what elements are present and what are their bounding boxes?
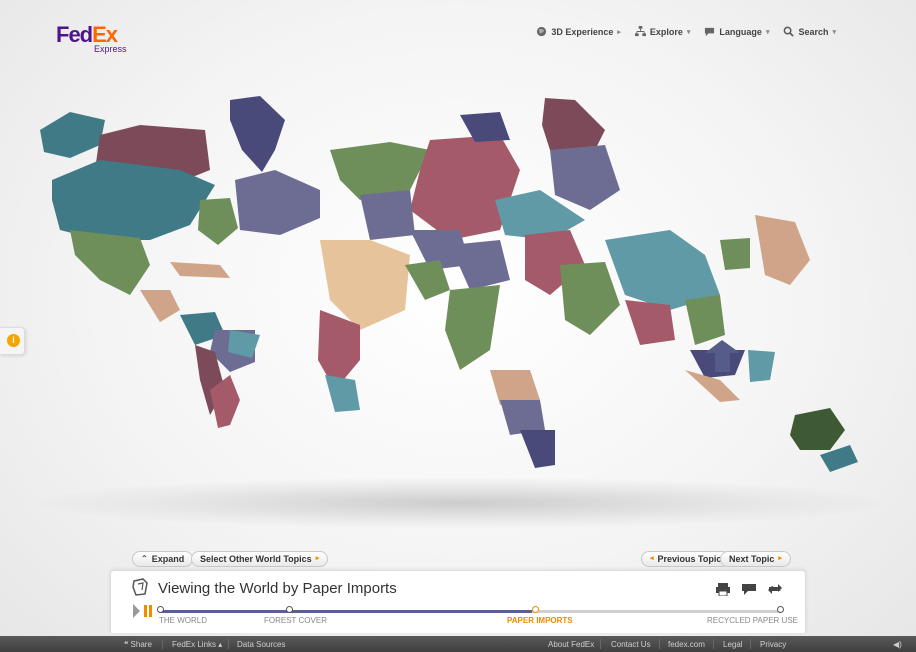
nav-language[interactable]: Language ▾ <box>704 26 769 37</box>
map-region-eastern-canada[interactable] <box>235 170 320 235</box>
map-region-central-africa[interactable] <box>500 400 545 435</box>
share-icon: ❝ <box>124 640 129 649</box>
map-region-caribbean-block[interactable] <box>198 198 238 245</box>
select-topics-button[interactable]: Select Other World Topics ▸ <box>191 551 329 567</box>
expand-label: Expand <box>151 554 185 564</box>
map-region-central-america[interactable] <box>140 290 180 322</box>
map-region-korea[interactable] <box>720 238 750 270</box>
sitemap-icon <box>634 26 646 37</box>
caret-up-icon: ▴ <box>218 640 223 649</box>
timeline-label-the-world[interactable]: THE WORLD <box>159 616 207 625</box>
footer-share-link[interactable]: ❝ Share <box>124 640 152 649</box>
timeline-track[interactable] <box>159 610 781 613</box>
chevron-right-icon: ▸ <box>315 555 320 562</box>
play-icon <box>133 604 140 618</box>
footer-about-fedex[interactable]: About FedEx <box>548 640 594 649</box>
sound-icon[interactable]: ◀) <box>893 640 902 649</box>
topic-panel: Viewing the World by Paper Imports THE W… <box>110 570 806 633</box>
timeline-stop-the-world[interactable] <box>157 606 164 613</box>
footer-fedex-links-label: FedEx Links <box>172 640 217 649</box>
chevron-down-icon: ▾ <box>832 28 836 36</box>
map-region-cuba[interactable] <box>170 262 230 278</box>
logo-express: Express <box>94 44 127 54</box>
timeline-label-forest-cover[interactable]: FOREST COVER <box>264 616 327 625</box>
map-region-india[interactable] <box>560 262 620 335</box>
nav-3d-experience[interactable]: 3D Experience ▸ <box>536 26 621 37</box>
footer-fedex-com[interactable]: fedex.com <box>668 640 705 649</box>
map-region-greenland[interactable] <box>230 96 285 172</box>
timeline-stop-forest-cover[interactable] <box>286 606 293 613</box>
map-region-alaska[interactable] <box>40 112 105 158</box>
footer-privacy[interactable]: Privacy <box>760 640 786 649</box>
share-arrows-icon[interactable] <box>767 582 783 596</box>
select-topics-label: Select Other World Topics <box>200 554 312 564</box>
map-region-west-africa[interactable] <box>490 370 540 405</box>
map-region-middle-east[interactable] <box>450 240 510 290</box>
nav-explore-label: Explore <box>649 26 683 37</box>
chevron-right-icon: ▸ <box>778 555 782 562</box>
footer-contact-us[interactable]: Contact Us <box>611 640 651 649</box>
nav-explore[interactable]: Explore ▾ <box>634 26 691 37</box>
map-region-north-africa[interactable] <box>445 285 500 370</box>
map-region-uk[interactable] <box>325 375 360 412</box>
nav-search[interactable]: Search ▾ <box>783 26 836 37</box>
map-region-mexico[interactable] <box>70 230 150 295</box>
previous-topic-label: Previous Topic <box>657 554 722 564</box>
next-topic-label: Next Topic <box>729 554 775 564</box>
print-icon[interactable] <box>715 582 731 596</box>
nav-search-label: Search <box>798 26 829 37</box>
pause-icon <box>144 605 147 617</box>
expand-button[interactable]: ⌃ Expand <box>132 551 194 567</box>
expand-icon: ⌃ <box>141 554 148 563</box>
timeline-stop-paper-imports[interactable] <box>532 606 539 613</box>
globe-icon <box>537 26 547 37</box>
map-region-central-europe[interactable] <box>360 190 415 240</box>
map-region-philippines[interactable] <box>748 350 775 382</box>
top-navigation: 3D Experience ▸ Explore ▾ Language ▾ Sea… <box>536 26 836 37</box>
map-region-southeast-asia[interactable] <box>625 300 675 345</box>
timeline-progress <box>159 610 533 613</box>
panel-title: Viewing the World by Paper Imports <box>158 580 397 597</box>
magnifier-icon <box>784 26 795 37</box>
chevron-left-icon: ◂ <box>650 555 654 562</box>
caret-right-icon: ▸ <box>617 28 621 36</box>
footer-divider <box>228 639 229 649</box>
nav-language-label: Language <box>719 26 762 37</box>
footer-fedex-links[interactable]: FedEx Links ▴ <box>172 640 222 649</box>
map-region-china-north[interactable] <box>550 145 620 210</box>
play-pause-control[interactable] <box>133 604 153 618</box>
footer-divider <box>659 639 660 649</box>
chevron-down-icon: ▾ <box>765 28 770 36</box>
footer-share-label: Share <box>130 640 152 649</box>
speech-bubble-icon <box>705 27 715 37</box>
chevron-down-icon: ▾ <box>686 28 691 36</box>
footer-divider <box>600 639 601 649</box>
footer-legal[interactable]: Legal <box>723 640 743 649</box>
map-region-indochina[interactable] <box>685 295 725 345</box>
topic-icon <box>132 578 148 596</box>
footer-bar: ❝ Share FedEx Links ▴ Data Sources About… <box>0 636 916 652</box>
timeline-stop-recycled-paper-use[interactable] <box>777 606 784 613</box>
footer-divider <box>162 639 163 649</box>
nav-3d-experience-label: 3D Experience <box>551 26 614 37</box>
world-cartogram-map[interactable] <box>30 90 890 490</box>
logo-fed: Fed <box>56 22 93 47</box>
map-region-japan[interactable] <box>755 215 810 285</box>
info-icon: i <box>7 334 20 347</box>
comment-icon[interactable] <box>741 582 757 596</box>
fedex-logo[interactable]: FedEx Express <box>56 22 127 54</box>
map-region-southern-africa[interactable] <box>520 430 555 468</box>
info-tab[interactable]: i <box>0 327 25 355</box>
previous-topic-button[interactable]: ◂ Previous Topic <box>641 551 731 567</box>
timeline-label-recycled-paper-use[interactable]: RECYCLED PAPER USE <box>707 616 798 625</box>
footer-divider <box>750 639 751 649</box>
panel-tools <box>715 582 783 596</box>
timeline-label-paper-imports[interactable]: PAPER IMPORTS <box>507 616 573 625</box>
footer-divider <box>713 639 714 649</box>
next-topic-button[interactable]: Next Topic ▸ <box>720 551 791 567</box>
map-region-australia[interactable] <box>790 408 845 450</box>
footer-data-sources[interactable]: Data Sources <box>237 640 285 649</box>
